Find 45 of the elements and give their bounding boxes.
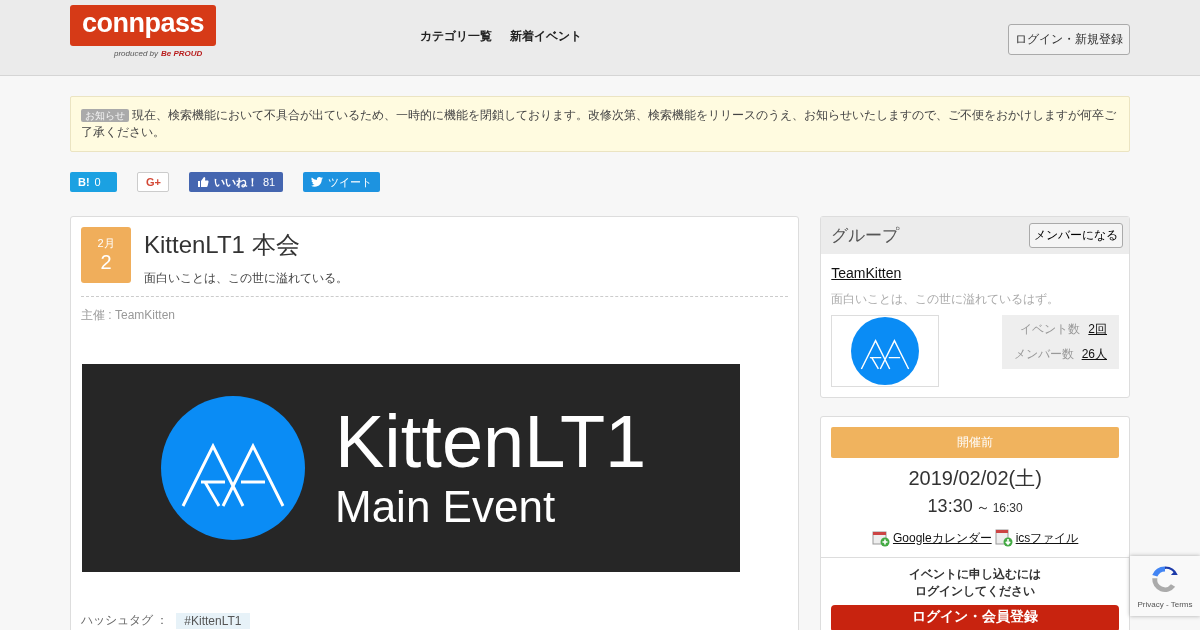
kitten-logo-icon — [851, 317, 920, 385]
event-catchphrase: 面白いことは、この世に溢れている。 — [144, 270, 348, 287]
calendar-link[interactable]: Googleカレンダー — [892, 529, 992, 547]
nav-link[interactable]: 新着イベント — [510, 28, 582, 45]
group-heading: グループ — [831, 225, 900, 247]
hashtag-label: ハッシュタグ ： — [81, 612, 169, 629]
apply-note: イベントに申し込むには — [908, 566, 1043, 583]
login-register-button[interactable]: ログイン・会員登録 — [831, 605, 1119, 630]
calendar-download-icon — [994, 529, 1013, 547]
hashtag-link[interactable]: #KittenLT1 — [176, 612, 250, 629]
stat-value-link[interactable]: 26人 — [1081, 346, 1107, 363]
recaptcha-badge[interactable]: Privacy - Terms — [1130, 556, 1200, 616]
maker-logo: Be PROUD — [161, 49, 203, 58]
calendar-add-icon — [871, 529, 890, 547]
organizer-text: 主催 : TeamKitten — [81, 307, 177, 324]
logo-wordmark[interactable]: connpass — [70, 5, 217, 46]
calendar-link[interactable]: icsファイル — [1015, 529, 1079, 547]
stat-label: メンバー数 — [1013, 346, 1074, 363]
time-separator: ～ — [975, 499, 990, 517]
date-badge: 2月 2 — [81, 227, 131, 283]
stat-label: イベント数 — [1020, 321, 1081, 338]
logo-tagline: produced by — [114, 49, 159, 58]
banner-subtitle: Main Event — [335, 482, 557, 532]
start-time: 13:30 — [927, 496, 973, 517]
nav-link[interactable]: カテゴリ一覧 — [420, 28, 492, 45]
group-description: 面白いことは、この世に溢れているはず。 — [831, 291, 1061, 308]
event-date: 2019/02/02(土) — [907, 466, 1043, 491]
stat-value-link[interactable]: 2回 — [1088, 321, 1107, 338]
notice-text: お知らせ 現在、検索機能において不具合が出ているため、一時的に機能を閉鎖しております。改修次第、検索機能をリリースのうえ、お知らせいたしますので、ご不便をおかけしますが何卒ご了承ください。 — [81, 107, 1118, 141]
end-time: 16:30 — [992, 501, 1023, 515]
group-name-link[interactable]: TeamKitten — [831, 265, 902, 281]
share-button[interactable]: いいね！ 81 — [189, 172, 284, 192]
notice-badge: お知らせ — [81, 109, 129, 122]
bird-icon — [311, 176, 324, 188]
recaptcha-links[interactable]: Privacy - Terms — [1137, 600, 1193, 609]
share-button[interactable]: G+ — [137, 172, 169, 192]
kitten-logo-icon — [161, 396, 305, 540]
group-logo[interactable] — [831, 315, 940, 387]
thumbs-up-icon — [197, 176, 209, 188]
event-title: KittenLT1 本会 — [144, 230, 301, 260]
status-badge: 開催前 — [831, 427, 1119, 458]
login-button[interactable]: ログイン・新規登録 — [1008, 24, 1130, 55]
apply-note: ログインしてください — [914, 583, 1037, 600]
join-button[interactable]: メンバーになる — [1029, 223, 1123, 248]
banner-title: KittenLT1 — [335, 404, 647, 479]
